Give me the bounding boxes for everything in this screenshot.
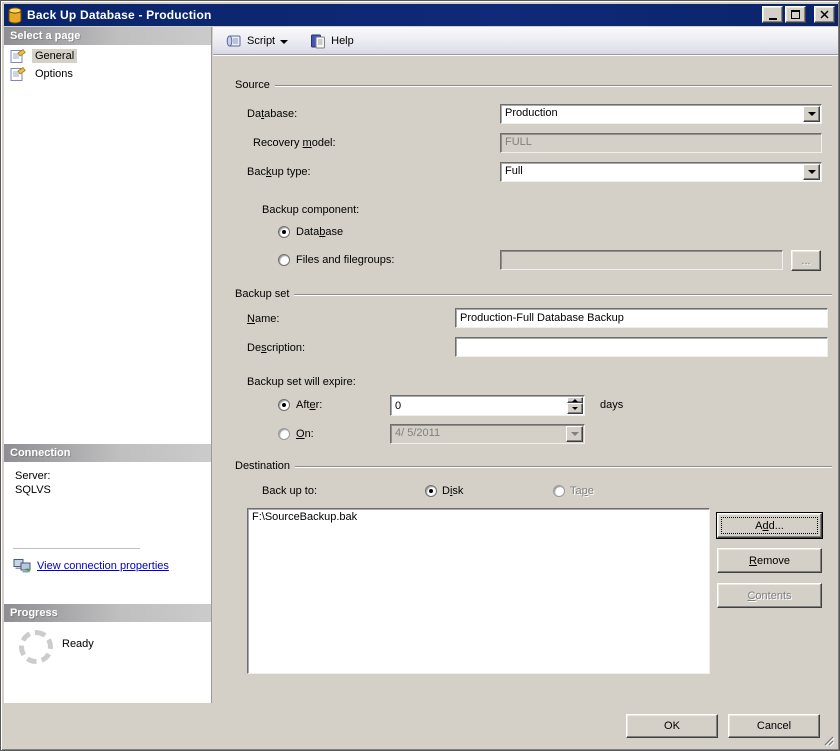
spinner-down-button[interactable] bbox=[567, 403, 583, 414]
destination-file-list[interactable]: F:\SourceBackup.bak bbox=[247, 508, 710, 674]
source-group: Source bbox=[235, 79, 832, 91]
window-title: Back Up Database - Production bbox=[27, 8, 212, 22]
database-radio[interactable] bbox=[278, 226, 290, 238]
cancel-button[interactable]: Cancel bbox=[728, 714, 820, 738]
connection-properties-icon bbox=[13, 558, 32, 574]
tape-radio bbox=[553, 485, 565, 497]
database-combobox[interactable]: Production bbox=[500, 104, 822, 124]
close-icon bbox=[820, 10, 829, 19]
sidebar: Select a page General bbox=[4, 27, 212, 703]
files-filegroups-radio[interactable] bbox=[278, 254, 290, 266]
chevron-down-icon bbox=[571, 432, 579, 440]
destination-group-label: Destination bbox=[235, 460, 290, 472]
sidebar-item-options[interactable]: Options bbox=[4, 65, 211, 83]
expire-on-date-picker: 4/ 5/2011 bbox=[390, 424, 585, 444]
script-scroll-icon bbox=[225, 33, 242, 49]
expire-after-spinner[interactable] bbox=[390, 395, 585, 416]
expire-after-radio-label[interactable]: After: bbox=[296, 399, 322, 411]
resize-grip[interactable] bbox=[821, 733, 835, 747]
recovery-model-field: FULL bbox=[500, 133, 822, 153]
chevron-up-icon bbox=[572, 396, 578, 402]
description-input[interactable] bbox=[455, 337, 828, 357]
backup-type-combobox-value: Full bbox=[501, 163, 821, 179]
expire-on-radio[interactable] bbox=[278, 428, 290, 440]
group-separator-line bbox=[275, 85, 832, 87]
group-separator-line bbox=[294, 294, 832, 296]
progress-status: Ready bbox=[62, 638, 94, 650]
expire-on-radio-label[interactable]: On: bbox=[296, 428, 314, 440]
connection-header: Connection bbox=[4, 444, 211, 462]
close-button[interactable] bbox=[814, 6, 835, 23]
group-separator-line bbox=[295, 466, 832, 468]
maximize-icon bbox=[791, 10, 800, 19]
backup-component-label: Backup component: bbox=[262, 204, 359, 216]
server-name: SQLVS bbox=[15, 484, 51, 496]
server-label: Server: bbox=[15, 470, 50, 482]
description-label: Description: bbox=[247, 342, 305, 354]
expire-label: Backup set will expire: bbox=[247, 376, 356, 388]
database-radio-label[interactable]: Database bbox=[296, 226, 343, 238]
divider bbox=[13, 548, 140, 549]
name-label: Name: bbox=[247, 313, 279, 325]
backup-type-label: Backup type: bbox=[247, 166, 311, 178]
recovery-model-value: FULL bbox=[501, 134, 821, 150]
database-icon bbox=[8, 7, 22, 24]
name-input[interactable] bbox=[455, 308, 828, 328]
combobox-arrow-button[interactable] bbox=[803, 106, 820, 122]
recovery-model-label: Recovery model: bbox=[253, 137, 336, 149]
select-a-page-header: Select a page bbox=[4, 27, 211, 45]
progress-spinner-icon bbox=[19, 630, 53, 664]
help-button-label: Help bbox=[331, 35, 354, 47]
expire-after-value[interactable] bbox=[392, 397, 566, 414]
database-label: Database: bbox=[247, 108, 297, 120]
combobox-arrow-button[interactable] bbox=[803, 164, 820, 180]
tape-radio-label: Tape bbox=[570, 485, 594, 497]
chevron-down-icon bbox=[572, 407, 578, 413]
maximize-button[interactable] bbox=[785, 6, 806, 23]
help-button[interactable]: Help bbox=[306, 30, 358, 52]
contents-button: Contents bbox=[717, 583, 822, 608]
backup-type-combobox[interactable]: Full bbox=[500, 162, 822, 182]
script-button-label: Script bbox=[247, 35, 275, 47]
source-group-label: Source bbox=[235, 79, 270, 91]
database-combobox-value: Production bbox=[501, 105, 821, 121]
sidebar-item-label: Options bbox=[32, 67, 76, 81]
help-book-icon bbox=[310, 33, 326, 49]
combobox-arrow-button bbox=[566, 426, 583, 442]
remove-button[interactable]: Remove bbox=[717, 548, 822, 573]
browse-button: ... bbox=[791, 250, 821, 271]
backup-set-group: Backup set bbox=[235, 288, 832, 300]
progress-header: Progress bbox=[4, 604, 211, 622]
sidebar-item-general[interactable]: General bbox=[4, 47, 211, 65]
add-button[interactable]: Add... bbox=[717, 513, 822, 538]
property-page-icon bbox=[10, 66, 26, 82]
main-panel: Script Help Source Database: Production bbox=[213, 27, 838, 703]
titlebar[interactable]: Back Up Database - Production bbox=[4, 4, 838, 26]
back-up-to-label: Back up to: bbox=[262, 485, 317, 497]
disk-radio[interactable] bbox=[425, 485, 437, 497]
page-list: General Options bbox=[4, 47, 211, 83]
chevron-down-icon bbox=[280, 40, 288, 48]
list-item[interactable]: F:\SourceBackup.bak bbox=[248, 509, 709, 525]
chevron-down-icon bbox=[808, 112, 816, 120]
sidebar-item-label: General bbox=[32, 49, 77, 63]
script-button[interactable]: Script bbox=[221, 30, 292, 52]
chevron-down-icon bbox=[808, 170, 816, 178]
minimize-button[interactable] bbox=[762, 6, 783, 23]
property-page-icon bbox=[10, 48, 26, 64]
expire-on-date-value: 4/ 5/2011 bbox=[391, 425, 584, 441]
disk-radio-label[interactable]: Disk bbox=[442, 485, 463, 497]
ok-button[interactable]: OK bbox=[626, 714, 718, 738]
backup-set-group-label: Backup set bbox=[235, 288, 289, 300]
backup-database-dialog: Back Up Database - Production Select a p… bbox=[0, 0, 840, 751]
expire-after-radio[interactable] bbox=[278, 399, 290, 411]
view-connection-properties-link[interactable]: View connection properties bbox=[37, 560, 169, 572]
minimize-icon bbox=[769, 18, 777, 20]
destination-group: Destination bbox=[235, 460, 832, 472]
files-filegroups-input bbox=[500, 250, 783, 270]
toolbar: Script Help bbox=[213, 27, 838, 55]
files-filegroups-radio-label[interactable]: Files and filegroups: bbox=[296, 254, 394, 266]
days-label: days bbox=[600, 399, 623, 411]
